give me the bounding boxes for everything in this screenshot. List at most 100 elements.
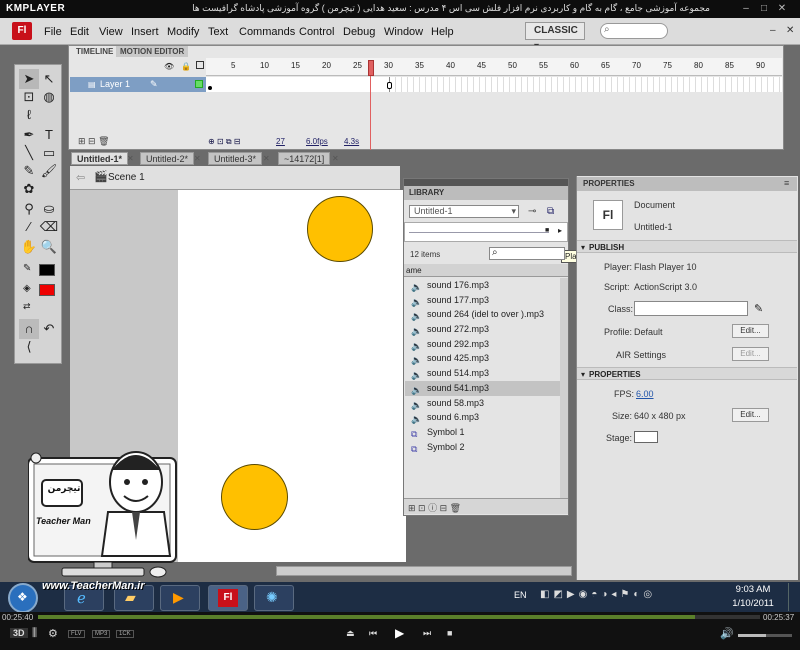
lasso-tool-icon[interactable]: ℓ [19, 105, 39, 125]
library-drag-bar[interactable] [404, 179, 568, 186]
library-title[interactable]: LIBRARY [404, 186, 568, 200]
tab-motion-editor[interactable]: MOTION EDITOR [116, 46, 189, 57]
layer-outline-color[interactable] [195, 80, 203, 88]
air-edit-button[interactable]: Edit... [732, 347, 769, 361]
new-symbol-icon[interactable]: ⊞ ⊡ ⓘ ⊟ 🗑 [408, 501, 461, 514]
swap-colors-icon[interactable]: ⇄ [23, 301, 31, 312]
stop-icon[interactable]: ■ [447, 628, 452, 638]
circle-shape-top[interactable] [307, 196, 373, 262]
app-minimize-icon[interactable]: – [770, 25, 776, 36]
library-item-selected[interactable]: 🔈 sound 541.mp3 [405, 380, 560, 396]
minimize-icon[interactable]: – [740, 3, 752, 15]
class-input[interactable] [634, 301, 748, 316]
brush-tool-icon[interactable]: 🖌 [39, 161, 59, 181]
stop-icon[interactable]: ■ [545, 227, 549, 234]
library-item[interactable]: ⧉ Symbol 2 [405, 440, 560, 455]
taskbar-clock[interactable]: 9:03 AM 1/10/2011 [722, 584, 784, 609]
current-frame[interactable]: 27 [276, 136, 285, 148]
pencil-icon[interactable]: ✎ [754, 302, 763, 315]
library-item[interactable]: 🔈 sound 264 (idel to over ).mp3 [405, 307, 560, 322]
stage-color-swatch[interactable] [634, 431, 658, 443]
close-icon[interactable]: ✕ [776, 3, 788, 15]
3d-rotation-icon[interactable]: ◍ [39, 87, 59, 107]
menu-help[interactable]: Help [431, 26, 454, 38]
zoom-tool-icon[interactable]: 🔍 [39, 237, 59, 257]
outline-icon[interactable] [196, 61, 204, 69]
play-button-icon[interactable]: ▶ [395, 626, 404, 640]
scene-label[interactable]: Scene 1 [108, 172, 145, 183]
3d-button[interactable]: 3D [10, 628, 28, 638]
library-item[interactable]: 🔈 sound 177.mp3 [405, 293, 560, 308]
deco-tool-icon[interactable]: ✿ [19, 179, 39, 199]
library-search-input[interactable]: ⌕ [489, 247, 565, 260]
size-edit-button[interactable]: Edit... [732, 408, 769, 422]
help-search-input[interactable]: ⌕ [600, 23, 668, 39]
taskbar-media[interactable]: ▶ [160, 585, 200, 611]
tab-timeline[interactable]: TIMELINE [72, 46, 118, 57]
close-tab-icon[interactable]: ✕ [194, 154, 201, 163]
circle-shape-bottom[interactable] [221, 464, 288, 530]
library-item[interactable]: 🔈 sound 292.mp3 [405, 337, 560, 352]
eraser-icon[interactable]: ⌫ [39, 217, 59, 237]
line-tool-icon[interactable]: ╲ [19, 143, 39, 163]
properties-section[interactable]: ▾ PROPERTIES [577, 367, 797, 380]
library-scrollbar[interactable] [560, 278, 568, 498]
close-tab-icon[interactable]: ✕ [263, 154, 270, 163]
menu-edit[interactable]: Edit [70, 26, 89, 38]
show-desktop-button[interactable] [788, 583, 798, 611]
kmplayer-logo[interactable]: KMPLAYER [6, 3, 65, 14]
close-tab-icon[interactable]: ✕ [332, 154, 339, 163]
pin-icon[interactable]: ⊸ [528, 206, 536, 217]
menu-view[interactable]: View [99, 26, 123, 38]
snap-magnet-icon[interactable]: ∩ [19, 319, 39, 339]
menu-debug[interactable]: Debug [343, 26, 375, 38]
menu-control[interactable]: Control [299, 26, 334, 38]
profile-edit-button[interactable]: Edit... [732, 324, 769, 338]
stroke-color-swatch[interactable] [39, 264, 55, 276]
free-transform-icon[interactable]: ⊡ [19, 87, 39, 107]
library-item[interactable]: 🔈 sound 272.mp3 [405, 322, 560, 337]
library-item[interactable]: 🔈 sound 58.mp3 [405, 396, 560, 411]
empty-frames[interactable] [390, 77, 782, 92]
library-document-select[interactable]: Untitled-1 ▾ [409, 205, 519, 218]
properties-title[interactable]: PROPERTIES [577, 177, 797, 191]
smooth-icon[interactable]: ↶ [39, 319, 59, 339]
new-library-icon[interactable]: ⧉ [547, 206, 554, 217]
library-item[interactable]: ⧉ Symbol 1 [405, 425, 560, 440]
library-item[interactable]: 🔈 sound 514.mp3 [405, 366, 560, 381]
fill-color-swatch[interactable] [39, 284, 55, 296]
pencil-tool-icon[interactable]: ✎ [19, 161, 39, 181]
settings-gear-icon[interactable]: ⚙ [48, 627, 58, 640]
play-icon[interactable]: ▸ [558, 226, 562, 235]
hand-tool-icon[interactable]: ✋ [19, 237, 39, 257]
new-layer-icon[interactable]: ⊞ ⊟ 🗑 [78, 136, 110, 147]
menu-window[interactable]: Window [384, 26, 423, 38]
back-arrow-icon[interactable]: ⇦ [76, 171, 85, 184]
eject-icon[interactable]: ⏏ [346, 628, 355, 639]
menu-insert[interactable]: Insert [131, 26, 159, 38]
selection-tool-icon[interactable]: ➤ [19, 69, 39, 89]
library-item[interactable]: 🔈 sound 176.mp3 [405, 278, 560, 293]
doc-tab-3[interactable]: Untitled-3* [208, 152, 263, 165]
text-tool-icon[interactable]: T [39, 125, 59, 145]
workspace-switcher[interactable]: CLASSIC ▾ [525, 22, 585, 52]
straighten-icon[interactable]: ⟨ [19, 337, 39, 357]
library-column-header[interactable]: ame [404, 264, 568, 277]
library-item[interactable]: 🔈 sound 6.mp3 [405, 410, 560, 425]
doc-tab-2[interactable]: Untitled-2* [140, 152, 195, 165]
doc-tab-1[interactable]: Untitled-1* [71, 152, 128, 165]
next-icon[interactable]: ⏭ [423, 628, 431, 639]
menu-file[interactable]: File [44, 26, 62, 38]
pen-tool-icon[interactable]: ✒ [19, 125, 39, 145]
menu-commands[interactable]: Commands [239, 26, 295, 38]
library-item[interactable]: 🔈 sound 425.mp3 [405, 351, 560, 366]
publish-section[interactable]: ▾ PUBLISH [577, 240, 797, 253]
paint-bucket-icon[interactable]: ⛀ [39, 199, 59, 219]
playhead[interactable] [368, 60, 374, 76]
menu-modify[interactable]: Modify [167, 26, 199, 38]
fps-value[interactable]: 6.00 [636, 389, 654, 399]
rectangle-tool-icon[interactable]: ▭ [39, 143, 59, 163]
eyedropper-icon[interactable]: ⁄ [19, 217, 39, 237]
previous-icon[interactable]: ⏮ [369, 628, 377, 639]
close-tab-icon[interactable]: ✕ [127, 154, 134, 163]
